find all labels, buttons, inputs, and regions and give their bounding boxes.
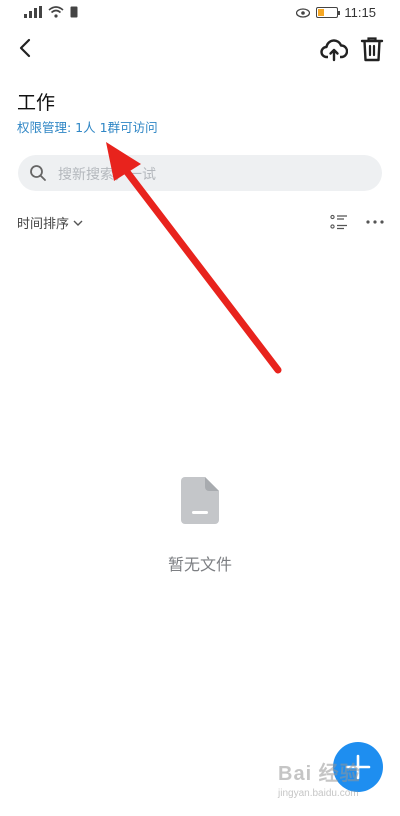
signal-icon xyxy=(24,6,42,18)
empty-state-message: 暂无文件 xyxy=(167,555,232,574)
watermark-url: jingyan.baidu.com xyxy=(278,788,359,799)
status-right: 11:15 xyxy=(296,5,376,20)
wifi-icon xyxy=(48,6,64,18)
more-options-icon[interactable] xyxy=(365,214,385,230)
battery-fill xyxy=(318,9,325,16)
search-icon xyxy=(30,165,46,181)
sort-label: 时间排序 xyxy=(17,217,70,232)
status-left xyxy=(24,6,78,18)
eye-icon xyxy=(296,7,311,18)
sort-dropdown[interactable]: 时间排序 xyxy=(17,213,83,232)
list-view-icon[interactable] xyxy=(330,214,348,230)
search-placeholder: 搜新搜索，一试 xyxy=(58,167,156,183)
trash-icon[interactable] xyxy=(360,36,384,62)
watermark-logo-text: Bai 经验 xyxy=(278,763,361,785)
search-bar[interactable]: 搜新搜索，一试 xyxy=(18,155,382,191)
folder-title: 工作 xyxy=(17,92,56,114)
battery-icon xyxy=(316,7,341,18)
empty-file-icon xyxy=(181,477,219,524)
sim-icon xyxy=(70,6,78,18)
permission-management-link[interactable]: 权限管理: 1人 1群可访问 xyxy=(17,117,158,136)
status-bar: 11:15 xyxy=(0,0,400,26)
status-time: 11:15 xyxy=(344,5,376,20)
cloud-upload-icon[interactable] xyxy=(320,36,348,64)
watermark: Bai 经验 jingyan.baidu.com xyxy=(278,757,396,807)
back-arrow-icon[interactable] xyxy=(14,36,38,60)
chevron-down-icon xyxy=(73,220,83,226)
